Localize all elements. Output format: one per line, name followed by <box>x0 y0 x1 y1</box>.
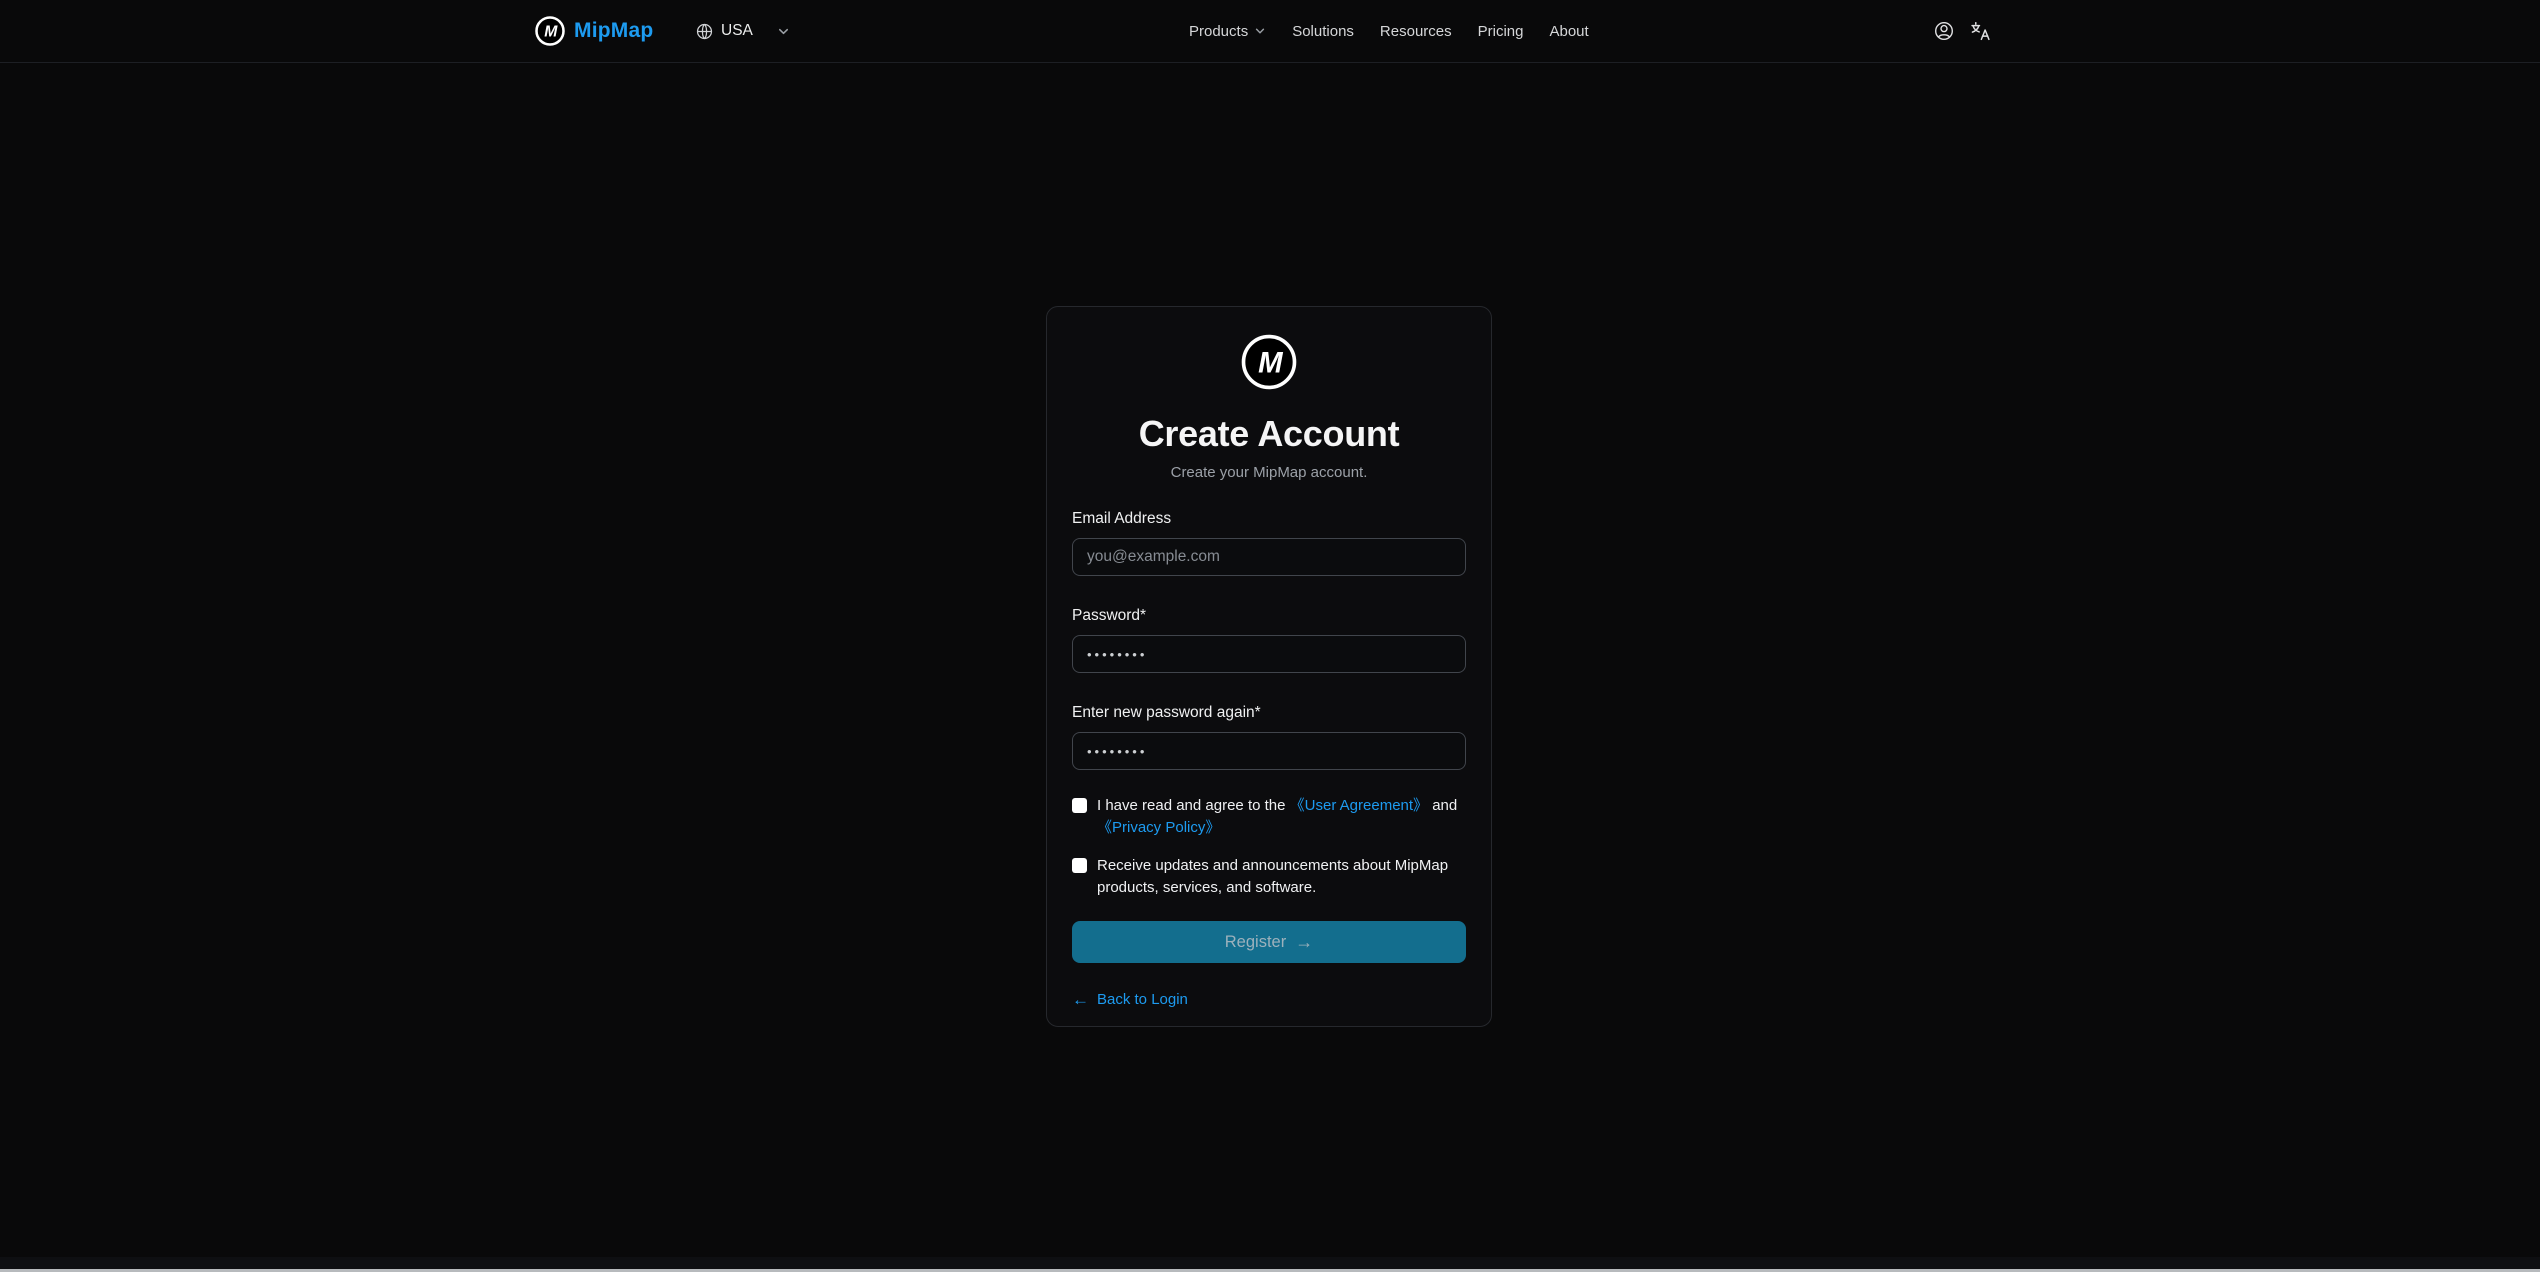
register-button[interactable]: Register → <box>1072 921 1466 963</box>
arrow-left-icon: ← <box>1072 991 1089 1008</box>
nav-item-about[interactable]: About <box>1549 23 1588 40</box>
agreement-checkbox[interactable] <box>1072 798 1087 813</box>
region-selector[interactable]: USA <box>696 0 790 62</box>
updates-row: Receive updates and announcements about … <box>1072 855 1466 899</box>
back-to-login-label: Back to Login <box>1097 991 1188 1008</box>
page-title: Create Account <box>1072 412 1466 455</box>
register-button-label: Register <box>1225 933 1286 952</box>
nav-label: Pricing <box>1478 23 1524 40</box>
brand-logo-group[interactable]: M MipMap <box>535 0 653 62</box>
agreement-prefix: I have read and agree to the <box>1097 797 1290 814</box>
arrow-right-icon: → <box>1295 933 1313 951</box>
header-icon-group <box>1933 0 1991 62</box>
region-label: USA <box>721 22 753 40</box>
nav-item-pricing[interactable]: Pricing <box>1478 23 1524 40</box>
main-nav: Products Solutions Resources Pricing Abo… <box>1189 0 1589 62</box>
email-label: Email Address <box>1072 509 1466 529</box>
create-account-card: M Create Account Create your MipMap acco… <box>1046 306 1492 1027</box>
brand-name: MipMap <box>574 19 653 43</box>
nav-item-solutions[interactable]: Solutions <box>1292 23 1354 40</box>
agreement-row: I have read and agree to the 《User Agree… <box>1072 795 1466 839</box>
user-circle-icon[interactable] <box>1933 20 1955 42</box>
mipmap-logo-icon: M <box>535 16 565 46</box>
updates-text: Receive updates and announcements about … <box>1097 855 1466 899</box>
svg-text:M: M <box>544 24 558 41</box>
user-agreement-link[interactable]: 《User Agreement》 <box>1290 797 1428 814</box>
back-to-login-link[interactable]: ← Back to Login <box>1072 991 1188 1008</box>
agreement-text: I have read and agree to the 《User Agree… <box>1097 795 1466 839</box>
password-input[interactable] <box>1072 635 1466 673</box>
privacy-policy-link[interactable]: 《Privacy Policy》 <box>1097 819 1220 836</box>
nav-label: Resources <box>1380 23 1452 40</box>
svg-text:M: M <box>1258 347 1283 380</box>
nav-label: Solutions <box>1292 23 1354 40</box>
page-subtitle: Create your MipMap account. <box>1072 463 1466 482</box>
translate-icon[interactable] <box>1969 20 1991 42</box>
email-field-group: Email Address <box>1072 509 1466 576</box>
nav-item-products[interactable]: Products <box>1189 23 1266 40</box>
password-label: Password* <box>1072 606 1466 626</box>
updates-checkbox[interactable] <box>1072 858 1087 873</box>
taskbar-strip <box>0 1257 2540 1269</box>
register-form: Email Address Password* Enter new passwo… <box>1072 509 1466 1010</box>
nav-item-resources[interactable]: Resources <box>1380 23 1452 40</box>
agreement-conjunction: and <box>1428 797 1457 814</box>
password-field-group: Password* <box>1072 606 1466 673</box>
mipmap-logo-icon: M <box>1241 334 1297 390</box>
chevron-down-icon <box>777 25 790 38</box>
globe-icon <box>696 23 713 40</box>
password2-label: Enter new password again* <box>1072 703 1466 723</box>
nav-label: Products <box>1189 23 1248 40</box>
chevron-down-icon <box>1254 25 1266 37</box>
top-navbar: M MipMap USA Products <box>0 0 2540 63</box>
nav-label: About <box>1549 23 1588 40</box>
email-input[interactable] <box>1072 538 1466 576</box>
password2-input[interactable] <box>1072 732 1466 770</box>
password2-field-group: Enter new password again* <box>1072 703 1466 770</box>
